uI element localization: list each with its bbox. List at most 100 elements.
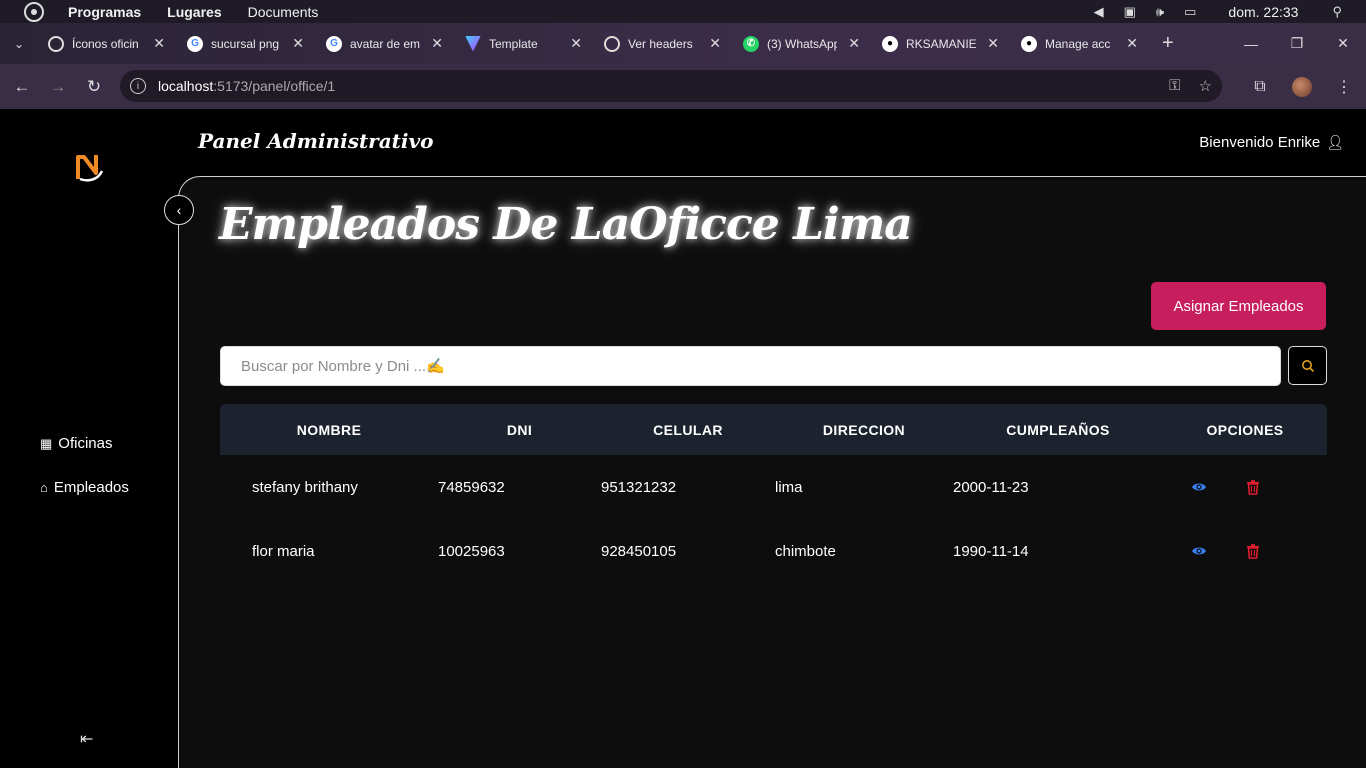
menu-kebab-icon[interactable]: ⋮: [1322, 77, 1366, 97]
close-tab-icon[interactable]: ✕: [1126, 35, 1138, 52]
delete-trash-icon[interactable]: [1245, 543, 1261, 559]
close-tab-icon[interactable]: ✕: [431, 35, 443, 52]
close-window-icon[interactable]: ✕: [1320, 35, 1366, 52]
google-icon: G: [187, 35, 203, 52]
sidebar-item-label: Oficinas: [58, 435, 113, 452]
main-content: Empleados De LaOficce Lima Asignar Emple…: [178, 176, 1366, 768]
url-bar[interactable]: i localhost:5173/panel/office/1 ⚿ ☆: [120, 70, 1222, 102]
sidebar-item-oficinas[interactable]: ▦ Oficinas: [40, 435, 112, 452]
omnibox-actions: ⚿ ☆: [1169, 77, 1212, 95]
home-icon: ⌂: [40, 480, 48, 495]
cell-dni: 10025963: [438, 542, 505, 560]
panel-title: Panel Administrativo: [198, 129, 434, 153]
search-input[interactable]: [220, 346, 1281, 386]
assign-employees-button[interactable]: Asignar Empleados: [1151, 282, 1326, 330]
os-menu-documents[interactable]: Documents: [248, 4, 319, 20]
cell-direccion: chimbote: [775, 542, 836, 560]
browser-tab[interactable]: ● Manage acc ✕: [1011, 29, 1150, 59]
app-root: ▦ Oficinas ⌂ Empleados ⇤ Panel Administr…: [0, 109, 1366, 768]
volume-icon[interactable]: 🕪: [1156, 4, 1164, 20]
sidebar-item-empleados[interactable]: ⌂ Empleados: [40, 479, 129, 496]
site-info-icon[interactable]: i: [130, 78, 146, 94]
page-title: Empleados De LaOficce Lima: [219, 199, 913, 250]
view-eye-icon[interactable]: [1191, 543, 1207, 559]
toolbar-right: ⧉ ⋮: [1238, 64, 1366, 109]
close-tab-icon[interactable]: ✕: [848, 35, 860, 52]
column-header[interactable]: NOMBRE: [220, 422, 438, 438]
os-menu-lugares[interactable]: Lugares: [167, 4, 221, 20]
column-header[interactable]: DIRECCION: [775, 422, 953, 438]
network-icon[interactable]: ▣: [1124, 4, 1136, 20]
os-status-area: ◀ ▣ 🕪 ▭ dom. 22:33 ⚲: [1084, 0, 1366, 23]
browser-tab[interactable]: ● RKSAMANIE ✕: [872, 29, 1011, 59]
tab-search-button[interactable]: ⌄: [0, 37, 38, 51]
back-arrow-icon[interactable]: ←: [4, 77, 40, 97]
reload-icon[interactable]: ↻: [76, 77, 112, 97]
new-tab-plus-icon[interactable]: +: [1162, 32, 1174, 55]
welcome-text: Bienvenido Enrike: [1199, 134, 1321, 151]
close-tab-icon[interactable]: ✕: [709, 35, 721, 52]
bookmark-star-icon[interactable]: ☆: [1199, 77, 1212, 95]
display-icon[interactable]: ▭: [1184, 4, 1196, 20]
os-top-bar: Programas Lugares Documents ◀ ▣ 🕪 ▭ dom.…: [0, 0, 1366, 23]
browser-tab[interactable]: Ver headers ✕: [594, 29, 733, 59]
google-icon: G: [326, 35, 342, 52]
cell-cumpleanos: 2000-11-23: [953, 478, 1029, 496]
cell-direccion: lima: [775, 478, 803, 496]
browser-tab-strip: ⌄ Íconos oficin ✕ Gsucursal png ✕ Gavatar …: [0, 23, 1366, 64]
column-header[interactable]: OPCIONES: [1163, 422, 1327, 438]
vite-icon: [465, 35, 481, 52]
github-icon: ●: [882, 35, 898, 52]
delete-trash-icon[interactable]: [1245, 479, 1261, 495]
avatar[interactable]: [1292, 76, 1312, 97]
sidebar: ▦ Oficinas ⌂ Empleados ⇤: [0, 109, 178, 768]
browser-tab[interactable]: ✆ (3) WhatsApp ✕: [733, 29, 872, 59]
browser-tab[interactable]: Gsucursal png ✕: [177, 29, 316, 59]
password-key-icon[interactable]: ⚿: [1169, 77, 1180, 95]
os-clock[interactable]: dom. 22:33: [1228, 4, 1298, 20]
cell-cumpleanos: 1990-11-14: [953, 542, 1029, 560]
collapse-sidebar-button[interactable]: ‹: [164, 195, 194, 225]
openai-icon: [48, 35, 64, 52]
forward-arrow-icon[interactable]: →: [40, 77, 76, 97]
browser-tab[interactable]: Gavatar de em ✕: [316, 29, 455, 59]
play-arrow-icon[interactable]: ◀: [1094, 4, 1104, 20]
os-menu-programas[interactable]: Programas: [68, 4, 141, 20]
employees-table: NOMBRE DNI CELULAR DIRECCION CUMPLEAÑOS …: [220, 404, 1327, 583]
close-tab-icon[interactable]: ✕: [153, 35, 165, 52]
close-tab-icon[interactable]: ✕: [987, 35, 999, 52]
os-menu: Programas Lugares Documents: [68, 4, 318, 20]
search-icon: [1301, 359, 1314, 372]
extensions-icon[interactable]: ⧉: [1238, 78, 1282, 96]
building-icon: ▦: [40, 435, 53, 451]
openai-icon: [604, 35, 620, 52]
browser-tab[interactable]: Template ✕: [455, 29, 594, 59]
column-header[interactable]: CELULAR: [601, 422, 775, 438]
cell-dni: 74859632: [438, 478, 505, 496]
activities-icon[interactable]: [24, 1, 44, 22]
column-header[interactable]: CUMPLEAÑOS: [953, 422, 1163, 438]
row-actions: [1163, 479, 1327, 495]
row-actions: [1163, 543, 1327, 559]
restore-icon[interactable]: ❐: [1274, 35, 1320, 52]
search-icon[interactable]: ⚲: [1332, 4, 1342, 20]
view-eye-icon[interactable]: [1191, 479, 1207, 495]
column-header[interactable]: DNI: [438, 422, 601, 438]
close-tab-icon[interactable]: ✕: [292, 35, 304, 52]
table-row: stefany brithany 74859632 951321232 lima…: [220, 455, 1327, 519]
github-icon: ●: [1021, 35, 1037, 52]
close-tab-icon[interactable]: ✕: [570, 35, 582, 52]
url-text[interactable]: localhost:5173/panel/office/1: [158, 78, 335, 94]
cell-nombre: stefany brithany: [252, 478, 358, 496]
sidebar-item-label: Empleados: [53, 479, 129, 496]
whatsapp-icon: ✆: [743, 35, 759, 52]
cell-celular: 951321232: [601, 478, 677, 496]
minimize-icon[interactable]: —: [1228, 36, 1274, 52]
search-button[interactable]: [1288, 346, 1327, 385]
address-bar-row: ← → ↻ i localhost:5173/panel/office/1 ⚿ …: [0, 64, 1366, 109]
app-logo-icon: [76, 155, 104, 182]
window-controls: — ❐ ✕: [1228, 23, 1366, 64]
logout-icon[interactable]: ⇤: [80, 729, 93, 749]
browser-tab[interactable]: Íconos oficin ✕: [38, 29, 177, 59]
welcome-user[interactable]: Bienvenido Enrike 👤︎: [1199, 134, 1344, 151]
